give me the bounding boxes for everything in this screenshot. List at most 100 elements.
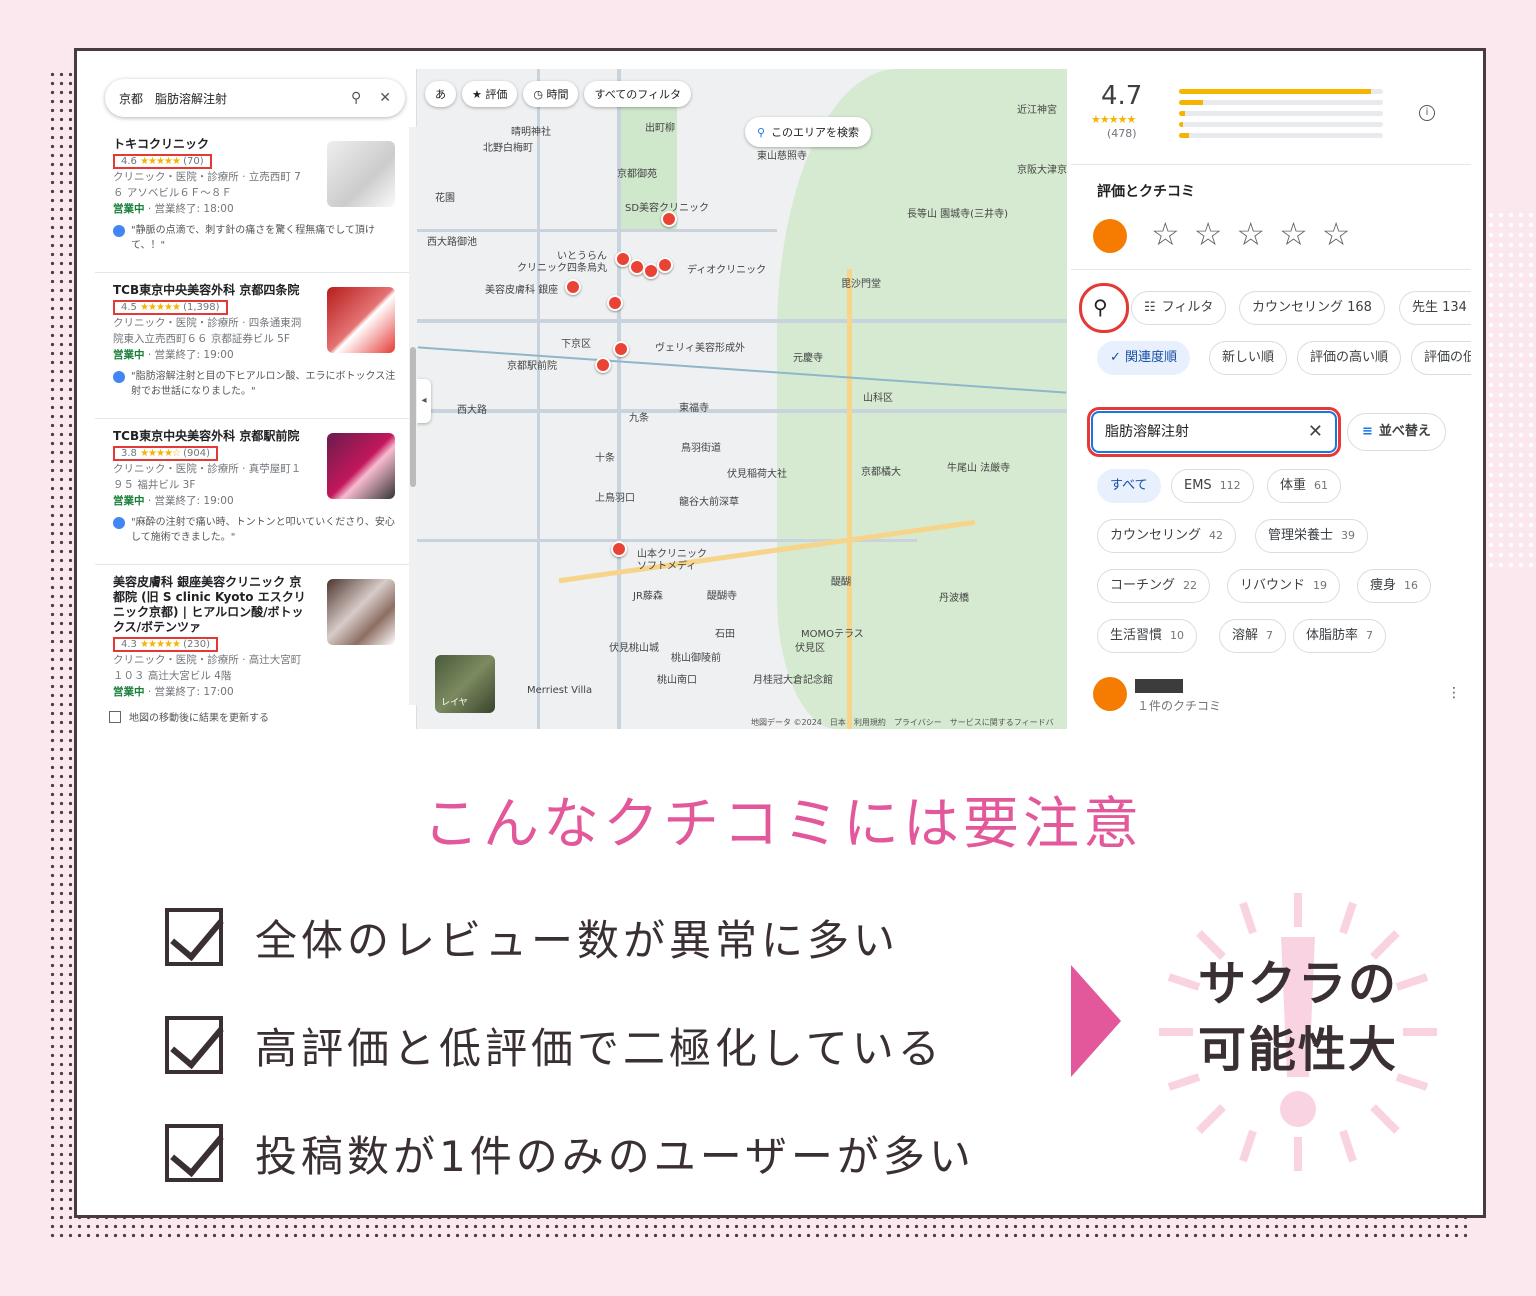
map-pin[interactable] bbox=[565, 279, 581, 295]
checkbox[interactable] bbox=[109, 710, 121, 723]
checklist-item: 高評価と低評価で二極化している bbox=[165, 991, 975, 1099]
map-label: 鳥羽街道 bbox=[681, 443, 721, 454]
result-address: ９５ 福井ビル 3F bbox=[113, 479, 196, 491]
rating-bar-fill bbox=[1179, 111, 1186, 116]
map-label: 東福寺 bbox=[679, 403, 709, 414]
keyword-chip[interactable]: 痩身 16 bbox=[1357, 569, 1432, 603]
keyword-chip[interactable]: 管理栄養士 39 bbox=[1255, 519, 1369, 553]
map-pin[interactable] bbox=[611, 541, 627, 557]
result-name[interactable]: 美容皮膚科 銀座美容クリニック 京都院 (旧 S clinic Kyoto エス… bbox=[113, 575, 313, 635]
conclusion-line: サクラの bbox=[1197, 956, 1398, 1012]
all-filters-chip[interactable]: すべてのフィルタ bbox=[584, 81, 692, 107]
keyword-chip[interactable]: カウンセリング 42 bbox=[1097, 519, 1237, 553]
search-query[interactable]: 京都 脂肪溶解注射 bbox=[119, 90, 333, 107]
map-pin[interactable] bbox=[607, 295, 623, 311]
checklist-text: 高評価と低評価で二極化している bbox=[255, 1023, 944, 1073]
result-item[interactable]: TCB東京中央美容外科 京都四条院 4.5 ★★★★★ (1,398) クリニッ… bbox=[95, 273, 409, 419]
avatar-icon bbox=[113, 371, 125, 383]
arrow-icon bbox=[1071, 965, 1121, 1077]
result-name[interactable]: TCB東京中央美容外科 京都四条院 bbox=[113, 283, 313, 298]
conclusion-line: 可能性大 bbox=[1197, 1022, 1398, 1078]
warning-checklist: 全体のレビュー数が異常に多い 高評価と低評価で二極化している 投稿数が1件のみの… bbox=[165, 883, 975, 1207]
results-scrollbar[interactable] bbox=[409, 127, 417, 705]
review-search-input[interactable]: 脂肪溶解注射 ✕ bbox=[1091, 411, 1337, 453]
result-photo[interactable] bbox=[327, 579, 395, 645]
map-label: 桃山南口 bbox=[657, 675, 697, 686]
sort-button-label: 並べ替え bbox=[1378, 424, 1431, 439]
result-name[interactable]: トキコクリニック bbox=[113, 137, 313, 152]
filter-chip[interactable]: ☷ フィルタ bbox=[1131, 291, 1227, 325]
warning-headline: こんなクチコミには要注意 bbox=[423, 792, 1143, 857]
topic-chip[interactable]: 先生 134 bbox=[1399, 291, 1471, 325]
result-name[interactable]: TCB東京中央美容外科 京都駅前院 bbox=[113, 429, 313, 444]
map-road bbox=[537, 69, 540, 729]
map-label: 美容皮膚科 銀座 bbox=[485, 285, 559, 296]
closing-time: · 営業終了: 19:00 bbox=[144, 349, 234, 361]
keyword-label: EMS bbox=[1184, 478, 1212, 493]
map-label: 丹波橋 bbox=[939, 593, 969, 604]
keyword-chip[interactable]: リバウンド 19 bbox=[1227, 569, 1341, 603]
search-box[interactable]: 京都 脂肪溶解注射 ⚲ ✕ bbox=[105, 79, 405, 117]
review-search-value[interactable]: 脂肪溶解注射 bbox=[1105, 424, 1189, 440]
rating-summary: 4.7 ★★★★★ (478) i bbox=[1071, 69, 1471, 165]
search-icon[interactable]: ⚲ bbox=[351, 90, 361, 106]
result-review: "麻酔の注射で痛い時、トントンと叩いていくださり、安心して施術できました。" bbox=[113, 515, 397, 545]
rating-stars: ★★★★☆ bbox=[140, 448, 181, 459]
map-label: 元慶寺 bbox=[793, 353, 823, 364]
keyword-chip[interactable]: EMS 112 bbox=[1171, 469, 1254, 503]
sort-newest-chip[interactable]: 新しい順 bbox=[1209, 341, 1288, 375]
info-icon[interactable]: i bbox=[1419, 105, 1435, 121]
language-chip[interactable]: あ bbox=[425, 81, 456, 107]
sort-lowest-chip[interactable]: 評価の低い順 bbox=[1411, 341, 1471, 375]
result-review: "静脈の点滴で、刺す針の痛さを驚く程無痛でして頂けて、！" bbox=[113, 223, 397, 253]
layer-button[interactable]: レイヤ bbox=[435, 655, 495, 713]
keyword-chip[interactable]: すべて bbox=[1097, 469, 1161, 503]
result-item[interactable]: TCB東京中央美容外科 京都駅前院 3.8 ★★★★☆ (904) クリニック・… bbox=[95, 419, 409, 565]
write-review-stars[interactable]: ☆☆☆☆☆ bbox=[1151, 215, 1364, 253]
keyword-chip[interactable]: 溶解 7 bbox=[1219, 619, 1287, 653]
hours-filter-chip[interactable]: ◷ 時間 bbox=[523, 81, 579, 107]
map-label: 西大路 bbox=[457, 405, 487, 416]
clear-icon[interactable]: ✕ bbox=[1308, 413, 1323, 451]
review-count: (478) bbox=[1107, 127, 1137, 140]
result-rating-highlight: 4.3 ★★★★★ (230) bbox=[113, 637, 218, 652]
search-icon[interactable]: ⚲ bbox=[1093, 295, 1108, 319]
sort-highest-chip[interactable]: 評価の高い順 bbox=[1297, 341, 1402, 375]
map-pin[interactable] bbox=[613, 341, 629, 357]
result-item[interactable]: 美容皮膚科 銀座美容クリニック 京都院 (旧 S clinic Kyoto エス… bbox=[95, 565, 409, 705]
topic-chip[interactable]: カウンセリング 168 bbox=[1239, 291, 1385, 325]
result-photo[interactable] bbox=[327, 433, 395, 499]
rating-filter-chip[interactable]: ★ 評価 bbox=[462, 81, 518, 107]
collapse-panel-button[interactable]: ◂ bbox=[417, 379, 431, 423]
keyword-chip[interactable]: 体重 61 bbox=[1267, 469, 1342, 503]
map-label: 北野白梅町 bbox=[483, 143, 533, 154]
keyword-label: 体脂肪率 bbox=[1306, 628, 1359, 643]
keyword-chip[interactable]: コーチング 22 bbox=[1097, 569, 1211, 603]
result-status: 営業中 · 営業終了: 17:00 bbox=[113, 684, 397, 700]
rating-value: 4.5 bbox=[121, 302, 137, 313]
sort-relevance-chip[interactable]: ✓ 関連度順 bbox=[1097, 341, 1191, 375]
close-icon[interactable]: ✕ bbox=[379, 90, 391, 106]
sort-button[interactable]: ≡ 並べ替え bbox=[1347, 413, 1446, 451]
result-item[interactable]: トキコクリニック 4.6 ★★★★★ (70) クリニック・医院・診療所 · 立… bbox=[95, 127, 409, 273]
search-this-area-button[interactable]: ⚲ このエリアを検索 bbox=[745, 117, 872, 147]
search-icon: ⚲ bbox=[757, 126, 766, 139]
scrollbar-thumb[interactable] bbox=[410, 347, 416, 487]
result-photo[interactable] bbox=[327, 141, 395, 207]
results-list: トキコクリニック 4.6 ★★★★★ (70) クリニック・医院・診療所 · 立… bbox=[95, 127, 409, 705]
keyword-chip[interactable]: 生活習慣 10 bbox=[1097, 619, 1198, 653]
map-pin[interactable] bbox=[595, 357, 611, 373]
map-view[interactable]: 晴明神社 出町柳 北野白梅町 京都御苑 東山慈照寺 花園 SD美容クリニック 西… bbox=[417, 69, 1067, 729]
map-filter-bar: あ ★ 評価 ◷ 時間 すべてのフィルタ bbox=[425, 81, 692, 107]
update-on-move[interactable]: 地図の移動後に結果を更新する bbox=[109, 709, 269, 724]
result-photo[interactable] bbox=[327, 287, 395, 353]
sort-icon: ≡ bbox=[1362, 424, 1373, 439]
reviewer-avatar[interactable] bbox=[1093, 677, 1127, 711]
more-options-icon[interactable]: ⋮ bbox=[1447, 685, 1461, 701]
map-label: 京都橘大 bbox=[861, 467, 901, 478]
map-pin[interactable] bbox=[657, 257, 673, 273]
keyword-chip[interactable]: 体脂肪率 7 bbox=[1293, 619, 1387, 653]
rating-count: (904) bbox=[183, 448, 210, 459]
layer-label: レイヤ bbox=[441, 698, 468, 708]
map-pin[interactable] bbox=[661, 211, 677, 227]
